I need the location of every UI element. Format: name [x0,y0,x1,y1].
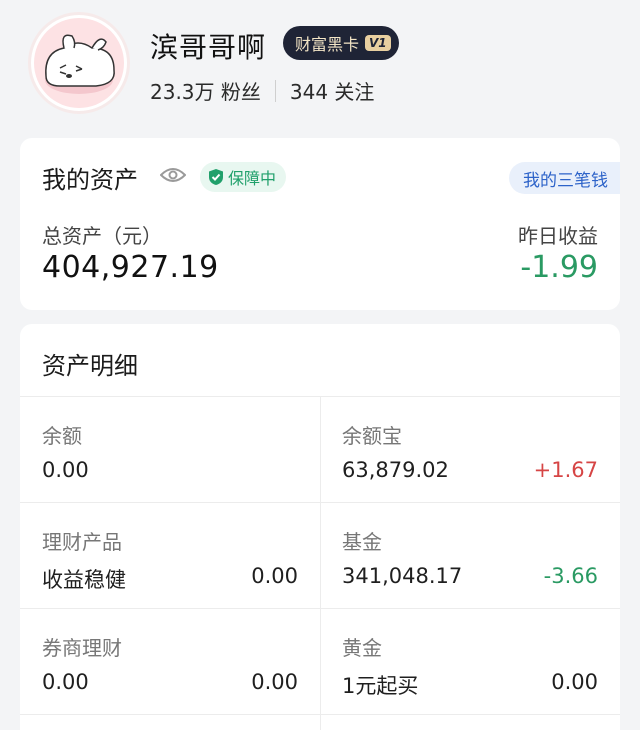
avatar[interactable] [28,12,130,114]
yesterday-income-label: 昨日收益 [518,224,598,248]
cell-amount: 0.00 [551,670,598,694]
cell-label: 余额 [42,424,82,448]
cell-income: +1.67 [533,458,598,482]
cell-subtitle: 1元起买 [342,674,419,698]
asset-cell-broker-wealth[interactable]: 券商理财 0.00 0.00 [20,608,320,714]
profile-header: 滨哥哥啊 财富黑卡 V1 23.3万 粉丝 344 关注 [0,0,640,132]
cell-amount: 63,879.02 [342,458,449,482]
yesterday-income-value: -1.99 [520,250,598,285]
cell-income: 0.00 [251,670,298,694]
asset-detail-card: 资产明细 余额 0.00 余额宝 63,879.02 +1.67 理财产品 收益… [20,324,620,730]
cell-label: 余额宝 [342,424,402,448]
asset-cell-yuebao[interactable]: 余额宝 63,879.02 +1.67 [320,396,620,502]
cell-income: -3.66 [543,564,598,588]
cell-label: 黄金 [342,636,382,660]
protect-badge[interactable]: 保障中 [200,162,287,192]
fans-count[interactable]: 23.3万 粉丝 [150,76,261,105]
follow-stats: 23.3万 粉丝 344 关注 [150,76,374,105]
cell-subtitle: 收益稳健 [42,568,126,592]
asset-cell-balance[interactable]: 余额 0.00 [20,396,320,502]
eye-icon[interactable] [160,166,186,184]
cell-label: 理财产品 [42,530,122,554]
cell-amount: 341,048.17 [342,564,463,588]
three-money-button[interactable]: 我的三笔钱 [509,162,620,194]
cell-label: 基金 [342,530,382,554]
asset-summary-card: 我的资产 保障中 我的三笔钱 总资产（元） 404,927.19 昨日收益 -1… [20,138,620,310]
vip-badge[interactable]: 财富黑卡 V1 [283,26,399,60]
avatar-image [34,18,124,108]
vip-level-tag: V1 [365,35,391,51]
cell-amount: 0.00 [42,458,89,482]
cell-amount: 0.00 [42,670,89,694]
divider [274,79,276,102]
vip-badge-label: 财富黑卡 [295,35,360,54]
cell-amount: 0.00 [251,564,298,588]
cell-label: 券商理财 [42,636,122,660]
asset-cell-wealth-products[interactable]: 理财产品 收益稳健 0.00 [20,502,320,608]
protect-label: 保障中 [228,169,277,188]
asset-cell-funds[interactable]: 基金 341,048.17 -3.66 [320,502,620,608]
bunny-illustration-icon [45,34,115,94]
shield-check-icon [209,169,223,185]
asset-cell-gold[interactable]: 黄金 1元起买 0.00 [320,608,620,714]
total-assets-label: 总资产（元） [42,224,162,248]
summary-title: 我的资产 [42,166,138,194]
username: 滨哥哥啊 [150,31,267,64]
total-assets-value: 404,927.19 [42,250,219,285]
detail-title: 资产明细 [42,352,138,380]
follows-count[interactable]: 344 关注 [290,76,375,105]
